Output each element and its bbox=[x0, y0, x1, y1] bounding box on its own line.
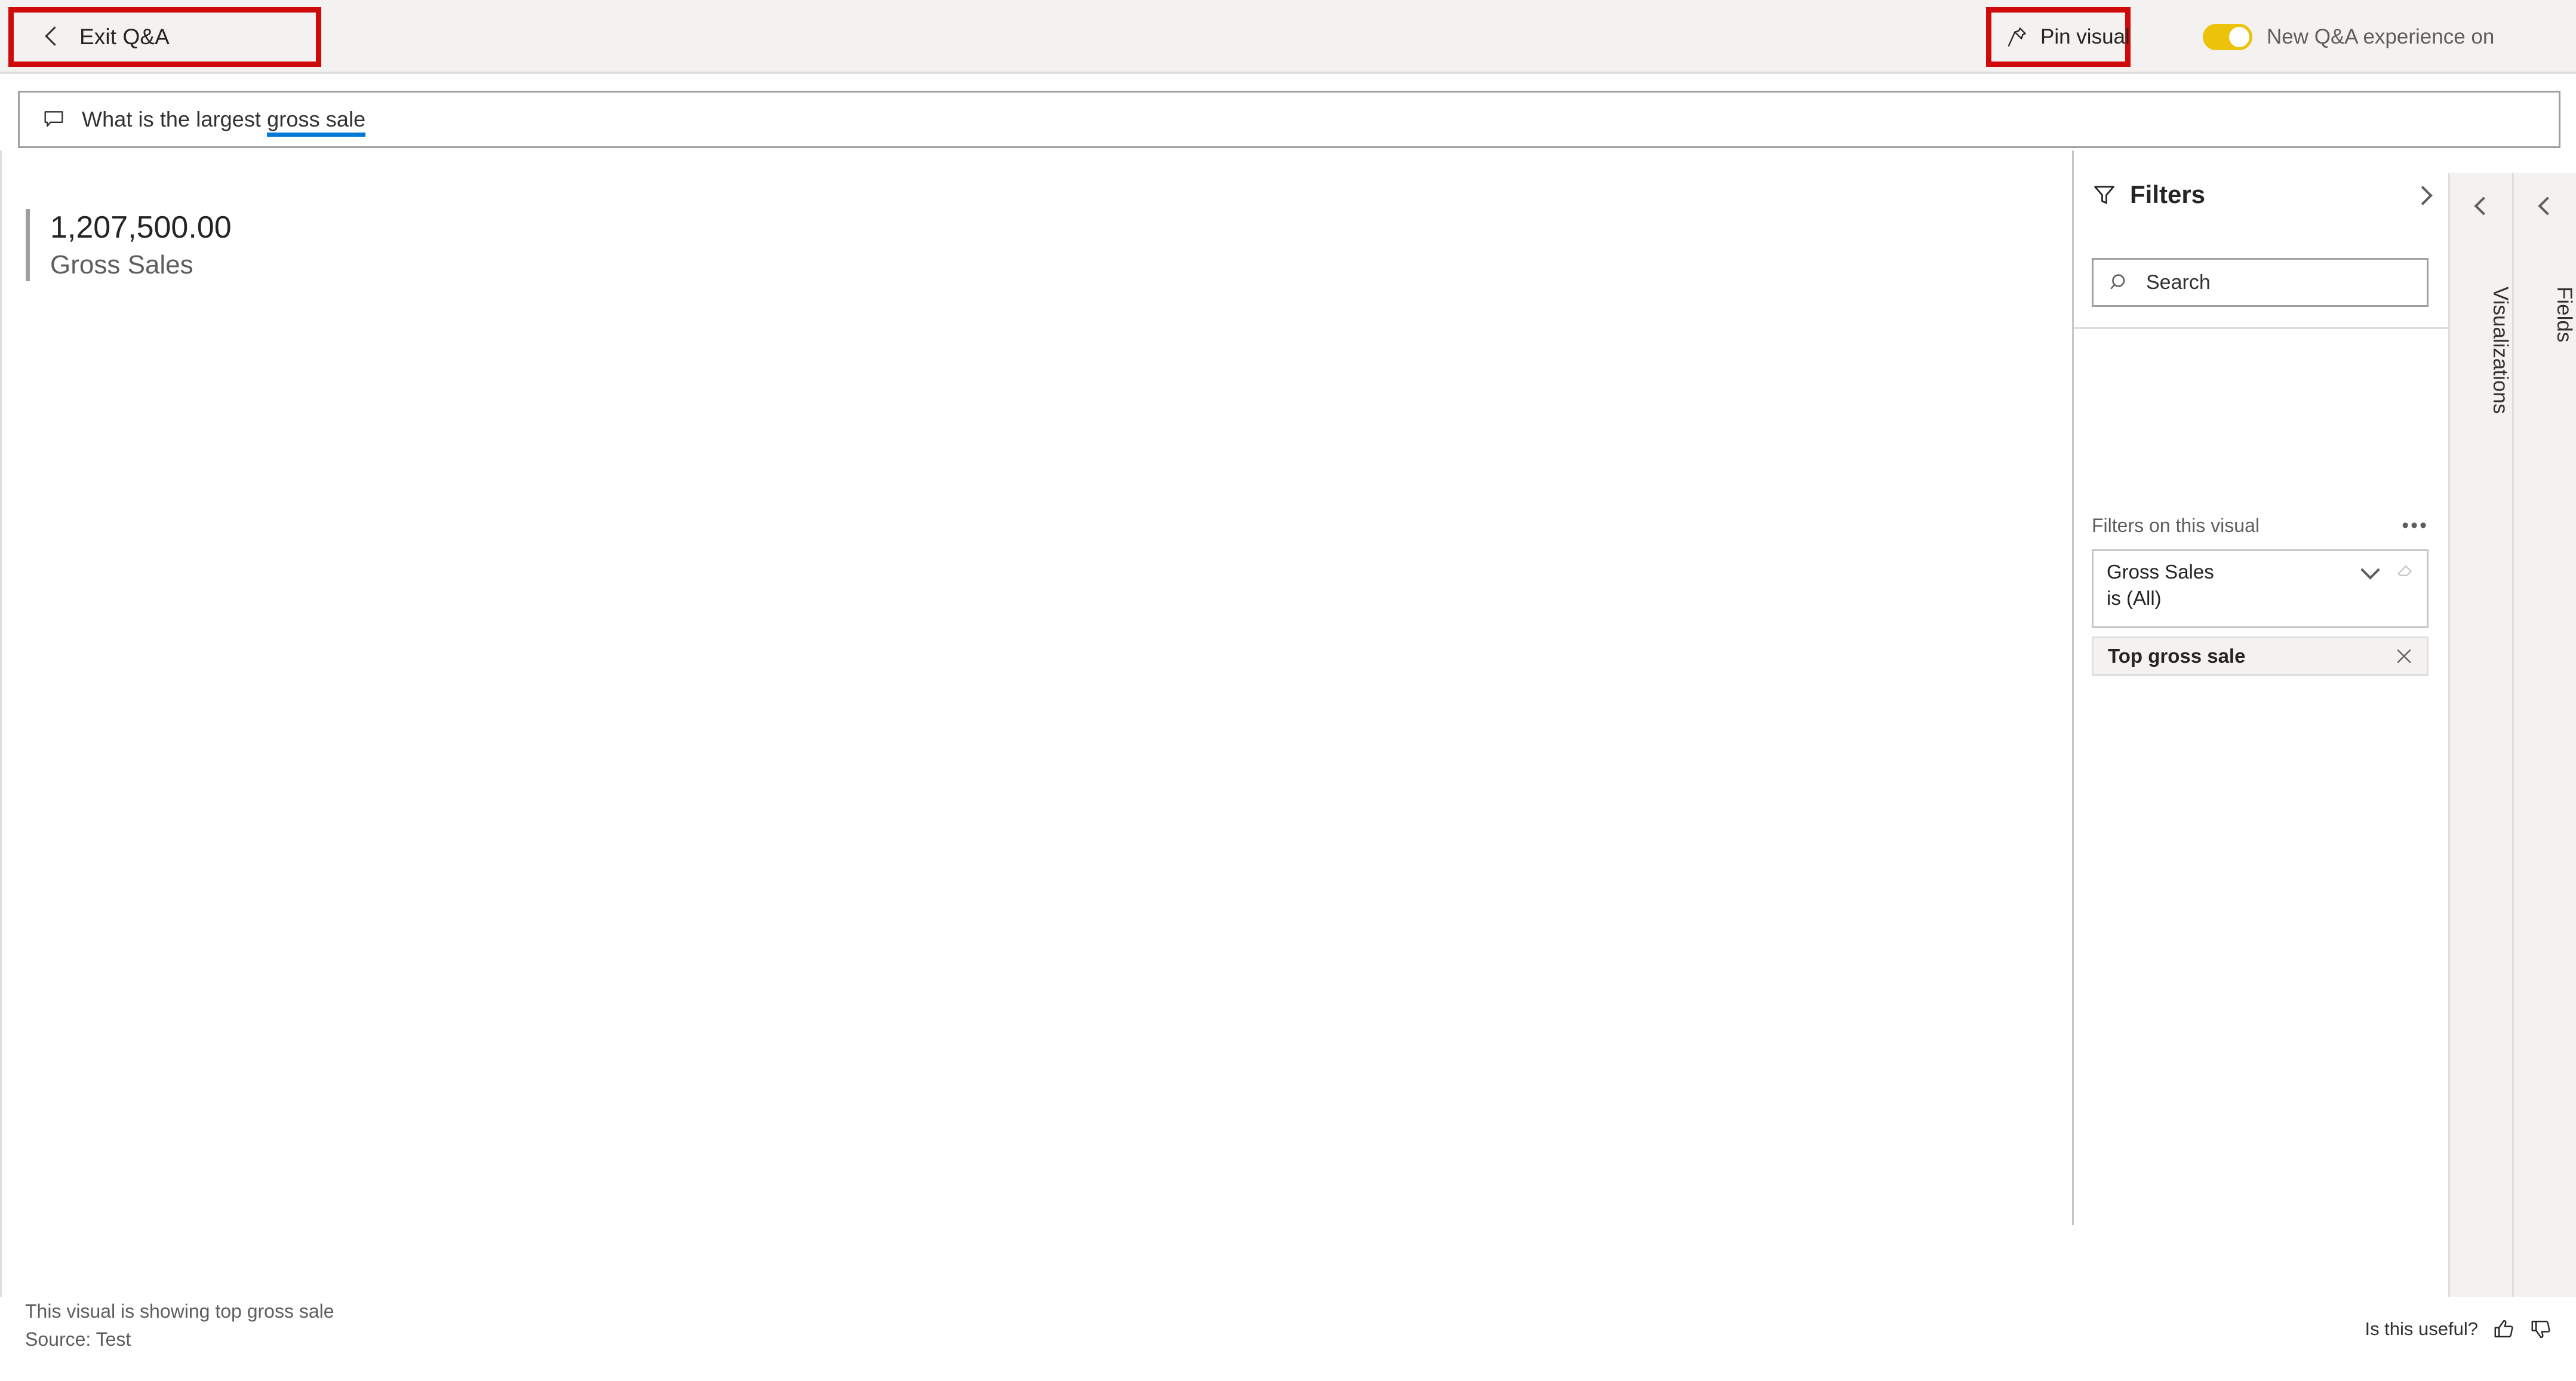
filters-pane-title: Filters bbox=[2130, 180, 2206, 208]
pin-icon bbox=[2005, 25, 2028, 49]
feedback-label: Is this useful? bbox=[2365, 1318, 2478, 1339]
question-text: What is the largest gross sale bbox=[82, 107, 366, 137]
card-content: 1,207,500.00 Gross Sales bbox=[50, 209, 232, 281]
question-input[interactable]: What is the largest gross sale bbox=[18, 91, 2560, 148]
card-visual[interactable]: 1,207,500.00 Gross Sales bbox=[26, 209, 232, 282]
filters-on-visual-label: Filters on this visual bbox=[2092, 515, 2260, 536]
top-toolbar: Exit Q&A Pin visual New Q&A experience o… bbox=[0, 0, 2576, 74]
pin-visual-label: Pin visual bbox=[2040, 25, 2130, 48]
filter-card-top-row: Gross Sales bbox=[2107, 561, 2415, 583]
filters-search-input[interactable]: Search bbox=[2092, 258, 2429, 307]
feedback-area: Is this useful? bbox=[2365, 1318, 2552, 1340]
close-icon[interactable] bbox=[2394, 647, 2414, 666]
chevron-left-icon[interactable] bbox=[2472, 196, 2491, 215]
filters-search-placeholder: Search bbox=[2146, 270, 2211, 294]
eraser-icon[interactable] bbox=[2394, 561, 2415, 581]
pin-visual-button[interactable]: Pin visual bbox=[1991, 13, 2130, 61]
filter-card-gross-sales[interactable]: Gross Sales is (All) bbox=[2092, 549, 2429, 628]
chevron-right-icon[interactable] bbox=[2412, 184, 2432, 205]
fields-panel-label: Fields bbox=[2553, 287, 2576, 343]
new-qa-experience-toggle[interactable]: New Q&A experience on bbox=[2203, 13, 2494, 61]
filter-chip-label: Top gross sale bbox=[2108, 645, 2246, 667]
card-accent-bar bbox=[26, 209, 30, 282]
card-value: 1,207,500.00 bbox=[50, 210, 232, 245]
visualizations-panel-collapsed[interactable]: Visualizations bbox=[2448, 173, 2512, 1297]
visual-footnote: This visual is showing top gross sale So… bbox=[25, 1300, 334, 1351]
filters-pane-header: Filters bbox=[2074, 150, 2450, 239]
visual-source: Source: Test bbox=[25, 1328, 131, 1350]
powerbi-qa-page: Exit Q&A Pin visual New Q&A experience o… bbox=[0, 0, 2576, 1381]
exit-qa-button[interactable]: Exit Q&A bbox=[14, 13, 316, 61]
qa-result-canvas: 1,207,500.00 Gross Sales bbox=[0, 150, 2072, 1297]
filters-on-visual-header: Filters on this visual ••• bbox=[2092, 515, 2429, 537]
speech-balloon-icon bbox=[42, 108, 65, 131]
filter-card-actions bbox=[2360, 561, 2415, 581]
thumbs-up-icon[interactable] bbox=[2492, 1318, 2515, 1340]
toggle-knob bbox=[2229, 27, 2249, 47]
chevron-left-icon bbox=[42, 27, 63, 47]
visual-description: This visual is showing top gross sale bbox=[25, 1300, 334, 1322]
chevron-left-icon[interactable] bbox=[2535, 196, 2555, 215]
filter-state-text: is (All) bbox=[2107, 587, 2162, 609]
exit-qa-label: Exit Q&A bbox=[79, 24, 170, 49]
filter-field-name: Gross Sales bbox=[2107, 561, 2214, 583]
chevron-down-icon[interactable] bbox=[2360, 561, 2379, 580]
more-options-icon[interactable]: ••• bbox=[2402, 515, 2429, 535]
card-caption: Gross Sales bbox=[50, 250, 193, 280]
search-icon bbox=[2109, 272, 2131, 293]
filters-pane-divider bbox=[2074, 327, 2450, 329]
thumbs-down-icon[interactable] bbox=[2529, 1318, 2552, 1340]
toggle-track bbox=[2203, 24, 2252, 50]
question-recognized-term[interactable]: gross sale bbox=[267, 107, 366, 137]
filters-pane: Filters Search Filters on this visual ••… bbox=[2072, 150, 2450, 1225]
toggle-label: New Q&A experience on bbox=[2267, 25, 2495, 48]
fields-panel-collapsed[interactable]: Fields bbox=[2512, 173, 2576, 1297]
visualizations-panel-label: Visualizations bbox=[2489, 287, 2512, 414]
question-text-prefix: What is the largest bbox=[82, 107, 268, 131]
funnel-icon bbox=[2092, 182, 2117, 207]
filter-chip-top-gross-sale[interactable]: Top gross sale bbox=[2092, 636, 2429, 676]
